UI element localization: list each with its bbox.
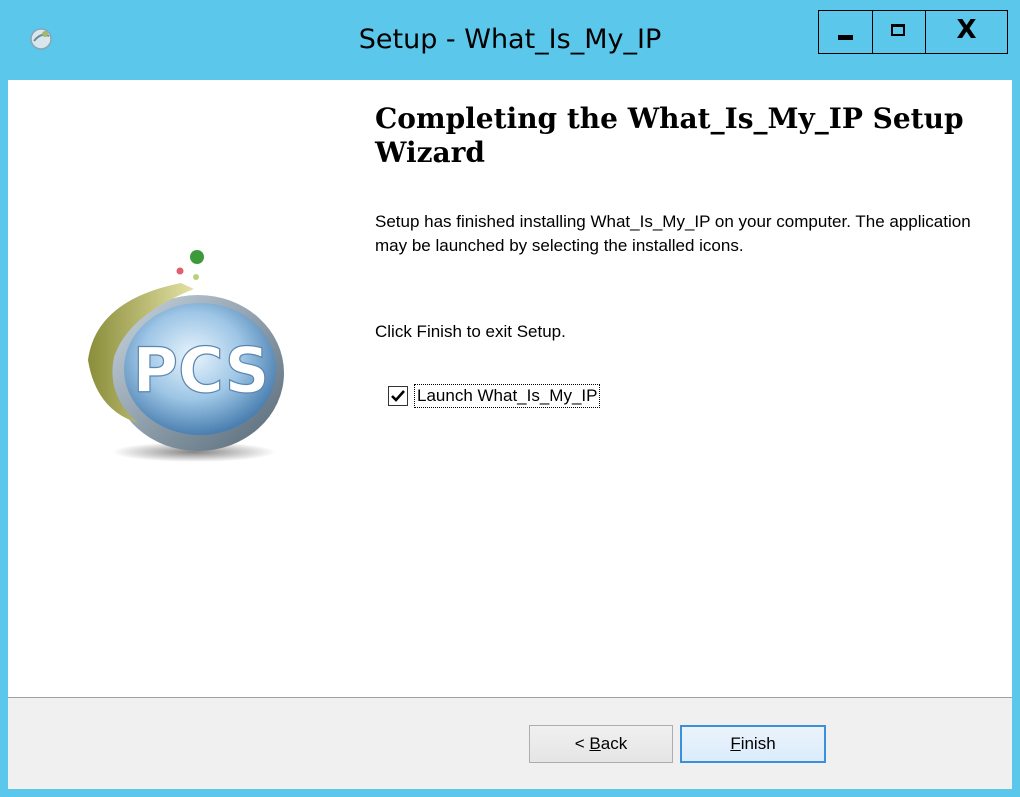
finish-button-label: inish: [740, 734, 776, 753]
wizard-client-area: PCS Completing the What_Is_My_IP Setup W…: [8, 80, 1012, 789]
minimize-icon: [838, 35, 853, 40]
wizard-instruction: Click Finish to exit Setup.: [375, 322, 566, 341]
finish-button-mnemonic: F: [730, 734, 741, 753]
title-bar[interactable]: Setup - What_Is_My_IP X: [0, 0, 1020, 80]
launch-checkbox-label[interactable]: Launch What_Is_My_IP: [414, 384, 601, 408]
launch-checkbox-row[interactable]: Launch What_Is_My_IP: [388, 381, 601, 411]
wizard-content: PCS Completing the What_Is_My_IP Setup W…: [8, 80, 1012, 697]
wizard-heading: Completing the What_Is_My_IP Setup Wizar…: [375, 102, 964, 169]
back-button[interactable]: < Back: [529, 725, 673, 763]
back-button-mnemonic: B: [589, 734, 601, 753]
setup-window: Setup - What_Is_My_IP X PCS Completing t…: [0, 0, 1020, 797]
wizard-description: Setup has finished installing What_Is_My…: [375, 212, 971, 255]
wizard-footer: < Back Finish: [8, 698, 1012, 789]
close-button[interactable]: X: [925, 11, 1007, 53]
pcs-logo: PCS: [88, 250, 284, 462]
checkmark-icon: [391, 390, 405, 402]
caption-buttons: X: [818, 10, 1008, 54]
pcs-logo-text: PCS: [133, 334, 270, 407]
back-button-label: ack: [600, 734, 628, 753]
back-button-prefix: <: [574, 734, 590, 753]
maximize-icon: [891, 24, 905, 36]
maximize-button[interactable]: [872, 11, 925, 53]
minimize-button[interactable]: [819, 11, 872, 53]
finish-button[interactable]: Finish: [680, 725, 826, 763]
launch-checkbox[interactable]: [388, 386, 408, 406]
close-icon: X: [956, 15, 977, 45]
